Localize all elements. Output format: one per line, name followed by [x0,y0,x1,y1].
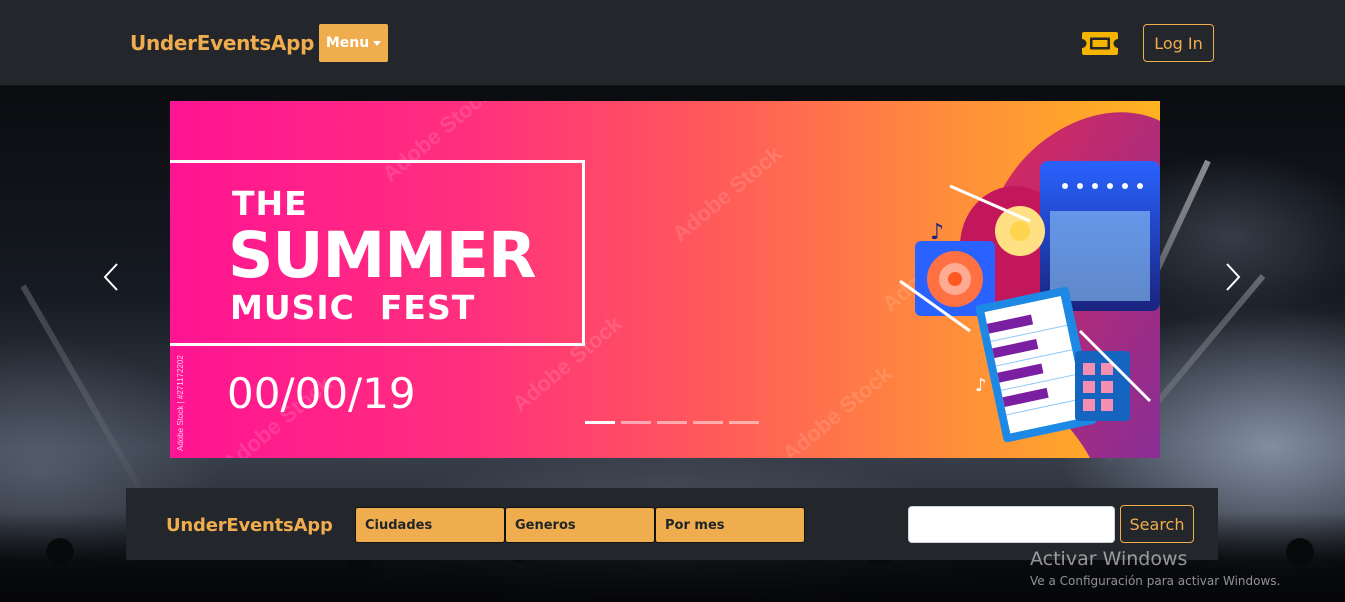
carousel-indicator[interactable] [693,421,723,424]
carousel-indicator[interactable] [585,421,615,424]
watermark-text: Adobe Stock [667,140,787,247]
chevron-left-icon[interactable] [97,262,127,292]
stage-light-beam [20,284,156,513]
brand-logo[interactable]: UnderEventsApp [130,31,314,55]
menu-label: Menu [325,35,370,51]
chevron-right-icon[interactable] [1217,262,1247,292]
ticket-icon[interactable] [1081,30,1119,57]
filter-generos-button[interactable]: Generos [505,507,655,543]
filter-brand[interactable]: UnderEventsApp [166,515,333,536]
music-instruments-illustration: ♪ ♪ [899,112,1160,458]
carousel-indicator[interactable] [657,421,687,424]
filter-por-mes-button[interactable]: Por mes [655,507,805,543]
windows-activation-title: Activar Windows [1030,548,1188,570]
search-input[interactable] [908,506,1115,543]
slide-title-line3: MUSIC FEST [230,288,476,327]
slide-date: 00/00/19 [227,369,416,418]
search-button[interactable]: Search [1120,505,1194,543]
carousel-indicators [585,421,759,424]
login-button[interactable]: Log In [1143,24,1214,62]
svg-text:♪: ♪ [975,375,987,396]
windows-activation-subtitle: Ve a Configuración para activar Windows. [1030,574,1281,588]
top-navbar: UnderEventsApp Menu Log In [0,0,1345,86]
filter-ciudades-button[interactable]: Ciudades [355,507,505,543]
carousel-indicator[interactable] [729,421,759,424]
caret-down-icon [373,41,382,46]
menu-dropdown-button[interactable]: Menu [319,24,388,62]
svg-text:♪: ♪ [930,220,944,245]
carousel-indicator[interactable] [621,421,651,424]
slide-title-line1: THE [232,184,308,223]
stock-credit: Adobe Stock | #271172202 [176,355,185,451]
carousel-slide[interactable]: Adobe Stock Adobe Stock Adobe Stock Adob… [170,101,1160,458]
slide-title-line2: SUMMER [228,219,536,292]
